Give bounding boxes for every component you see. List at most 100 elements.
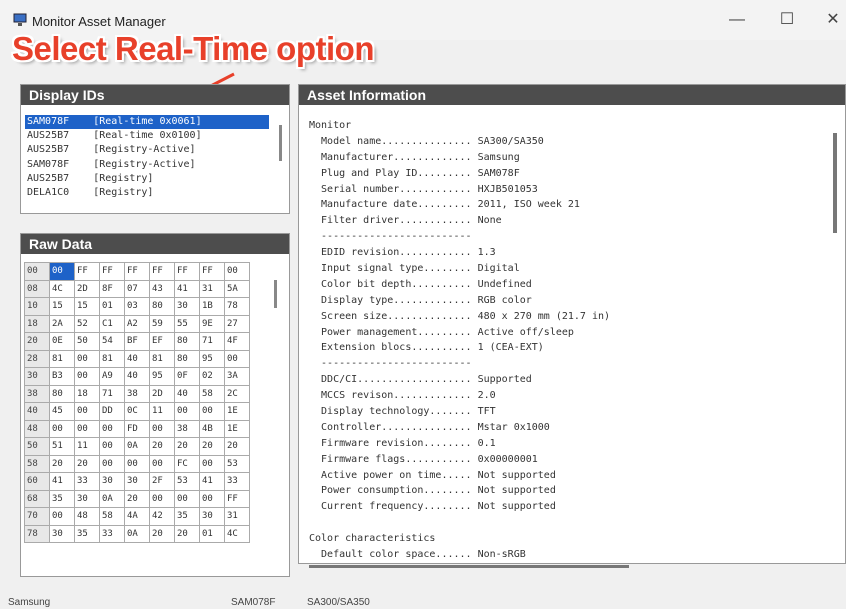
raw-data-byte[interactable]: 20 — [49, 454, 75, 473]
raw-data-byte[interactable]: 27 — [224, 314, 250, 333]
raw-data-byte[interactable]: DD — [99, 402, 125, 421]
display-id-item[interactable]: DELA1C0 [Registry] — [25, 186, 269, 200]
raw-data-byte[interactable]: 0A — [99, 489, 125, 508]
display-id-item[interactable]: AUS25B7 [Registry-Active] — [25, 143, 269, 157]
raw-data-byte[interactable]: FF — [224, 489, 250, 508]
raw-data-byte[interactable]: 03 — [124, 297, 150, 316]
raw-data-byte[interactable]: FF — [124, 262, 150, 281]
raw-data-byte[interactable]: 4C — [224, 524, 250, 543]
raw-data-byte[interactable]: 71 — [199, 332, 225, 351]
raw-data-byte[interactable]: 52 — [74, 314, 100, 333]
raw-data-byte[interactable]: 95 — [149, 367, 175, 386]
display-ids-scrollbar[interactable] — [279, 125, 282, 161]
raw-data-byte[interactable]: 30 — [74, 489, 100, 508]
raw-data-byte[interactable]: 53 — [224, 454, 250, 473]
display-id-item[interactable]: AUS25B7 [Real-time 0x0100] — [25, 129, 269, 143]
raw-data-byte[interactable]: 81 — [49, 349, 75, 368]
raw-data-byte[interactable]: 50 — [74, 332, 100, 351]
raw-data-byte[interactable]: 59 — [149, 314, 175, 333]
raw-data-byte[interactable]: 20 — [149, 524, 175, 543]
raw-data-byte[interactable]: 00 — [99, 437, 125, 456]
raw-data-byte[interactable]: 81 — [149, 349, 175, 368]
raw-data-byte[interactable]: 11 — [74, 437, 100, 456]
raw-data-byte[interactable]: 78 — [224, 297, 250, 316]
raw-data-byte[interactable]: 20 — [174, 437, 200, 456]
raw-data-byte[interactable]: FF — [149, 262, 175, 281]
raw-data-byte[interactable]: 00 — [174, 402, 200, 421]
raw-data-byte[interactable]: 30 — [174, 297, 200, 316]
raw-data-byte[interactable]: 4F — [224, 332, 250, 351]
raw-data-byte[interactable]: 00 — [174, 489, 200, 508]
raw-data-byte[interactable]: 41 — [174, 279, 200, 298]
raw-data-byte[interactable]: 38 — [124, 384, 150, 403]
raw-data-byte[interactable]: 07 — [124, 279, 150, 298]
raw-data-byte[interactable]: 30 — [124, 472, 150, 491]
display-id-item[interactable]: AUS25B7 [Registry] — [25, 172, 269, 186]
raw-data-byte[interactable]: 35 — [74, 524, 100, 543]
raw-data-byte[interactable]: 30 — [199, 507, 225, 526]
raw-data-byte[interactable]: 00 — [49, 507, 75, 526]
raw-data-byte[interactable]: 1E — [224, 402, 250, 421]
raw-data-byte[interactable]: 41 — [49, 472, 75, 491]
raw-data-byte[interactable]: 42 — [149, 507, 175, 526]
raw-data-byte[interactable]: 71 — [99, 384, 125, 403]
raw-data-byte[interactable]: 11 — [149, 402, 175, 421]
raw-data-byte[interactable]: 00 — [99, 419, 125, 438]
raw-data-byte[interactable]: 43 — [149, 279, 175, 298]
raw-data-byte[interactable]: FD — [124, 419, 150, 438]
raw-data-byte[interactable]: FF — [99, 262, 125, 281]
raw-data-byte[interactable]: 58 — [199, 384, 225, 403]
raw-data-byte[interactable]: 01 — [99, 297, 125, 316]
raw-data-byte[interactable]: FC — [174, 454, 200, 473]
raw-data-byte[interactable]: 0E — [49, 332, 75, 351]
display-ids-list[interactable]: SAM078F [Real-time 0x0061] AUS25B7 [Real… — [25, 115, 269, 200]
asset-info-hscrollbar[interactable] — [309, 565, 629, 568]
raw-data-byte[interactable]: 95 — [199, 349, 225, 368]
raw-data-byte[interactable]: 33 — [224, 472, 250, 491]
raw-data-byte[interactable]: 00 — [49, 262, 75, 281]
raw-data-byte[interactable]: 40 — [174, 384, 200, 403]
raw-data-byte[interactable]: 00 — [74, 367, 100, 386]
display-id-item[interactable]: SAM078F [Registry-Active] — [25, 158, 269, 172]
raw-data-byte[interactable]: 00 — [224, 349, 250, 368]
raw-data-byte[interactable]: 45 — [49, 402, 75, 421]
raw-data-byte[interactable]: 9E — [199, 314, 225, 333]
raw-data-byte[interactable]: 20 — [199, 437, 225, 456]
raw-data-byte[interactable]: 80 — [174, 332, 200, 351]
raw-data-byte[interactable]: 54 — [99, 332, 125, 351]
raw-data-byte[interactable]: 2C — [224, 384, 250, 403]
raw-data-byte[interactable]: B3 — [49, 367, 75, 386]
raw-data-byte[interactable]: 4C — [49, 279, 75, 298]
raw-data-byte[interactable]: 00 — [199, 489, 225, 508]
raw-data-byte[interactable]: 35 — [174, 507, 200, 526]
raw-data-byte[interactable]: FF — [74, 262, 100, 281]
raw-data-byte[interactable]: 5A — [224, 279, 250, 298]
raw-data-byte[interactable]: 20 — [174, 524, 200, 543]
raw-data-byte[interactable]: 00 — [49, 419, 75, 438]
raw-data-byte[interactable]: FF — [174, 262, 200, 281]
raw-data-byte[interactable]: 20 — [224, 437, 250, 456]
raw-data-byte[interactable]: 30 — [99, 472, 125, 491]
raw-data-byte[interactable]: 58 — [99, 507, 125, 526]
minimize-button[interactable]: — — [722, 10, 752, 30]
raw-data-byte[interactable]: FF — [199, 262, 225, 281]
raw-data-byte[interactable]: 0A — [124, 437, 150, 456]
raw-data-byte[interactable]: 0F — [174, 367, 200, 386]
raw-data-byte[interactable]: 15 — [74, 297, 100, 316]
raw-data-byte[interactable]: 00 — [99, 454, 125, 473]
raw-data-byte[interactable]: 20 — [149, 437, 175, 456]
raw-data-byte[interactable]: 80 — [49, 384, 75, 403]
raw-data-byte[interactable]: C1 — [99, 314, 125, 333]
raw-data-byte[interactable]: 00 — [149, 489, 175, 508]
raw-data-byte[interactable]: 81 — [99, 349, 125, 368]
raw-data-byte[interactable]: 55 — [174, 314, 200, 333]
raw-data-byte[interactable]: 51 — [49, 437, 75, 456]
raw-data-byte[interactable]: 31 — [224, 507, 250, 526]
raw-data-byte[interactable]: 00 — [124, 454, 150, 473]
raw-data-byte[interactable]: 3A — [224, 367, 250, 386]
raw-data-byte[interactable]: 40 — [124, 367, 150, 386]
raw-data-byte[interactable]: 33 — [99, 524, 125, 543]
raw-data-byte[interactable]: 80 — [149, 297, 175, 316]
raw-data-byte[interactable]: 00 — [74, 419, 100, 438]
raw-data-byte[interactable]: 2D — [74, 279, 100, 298]
